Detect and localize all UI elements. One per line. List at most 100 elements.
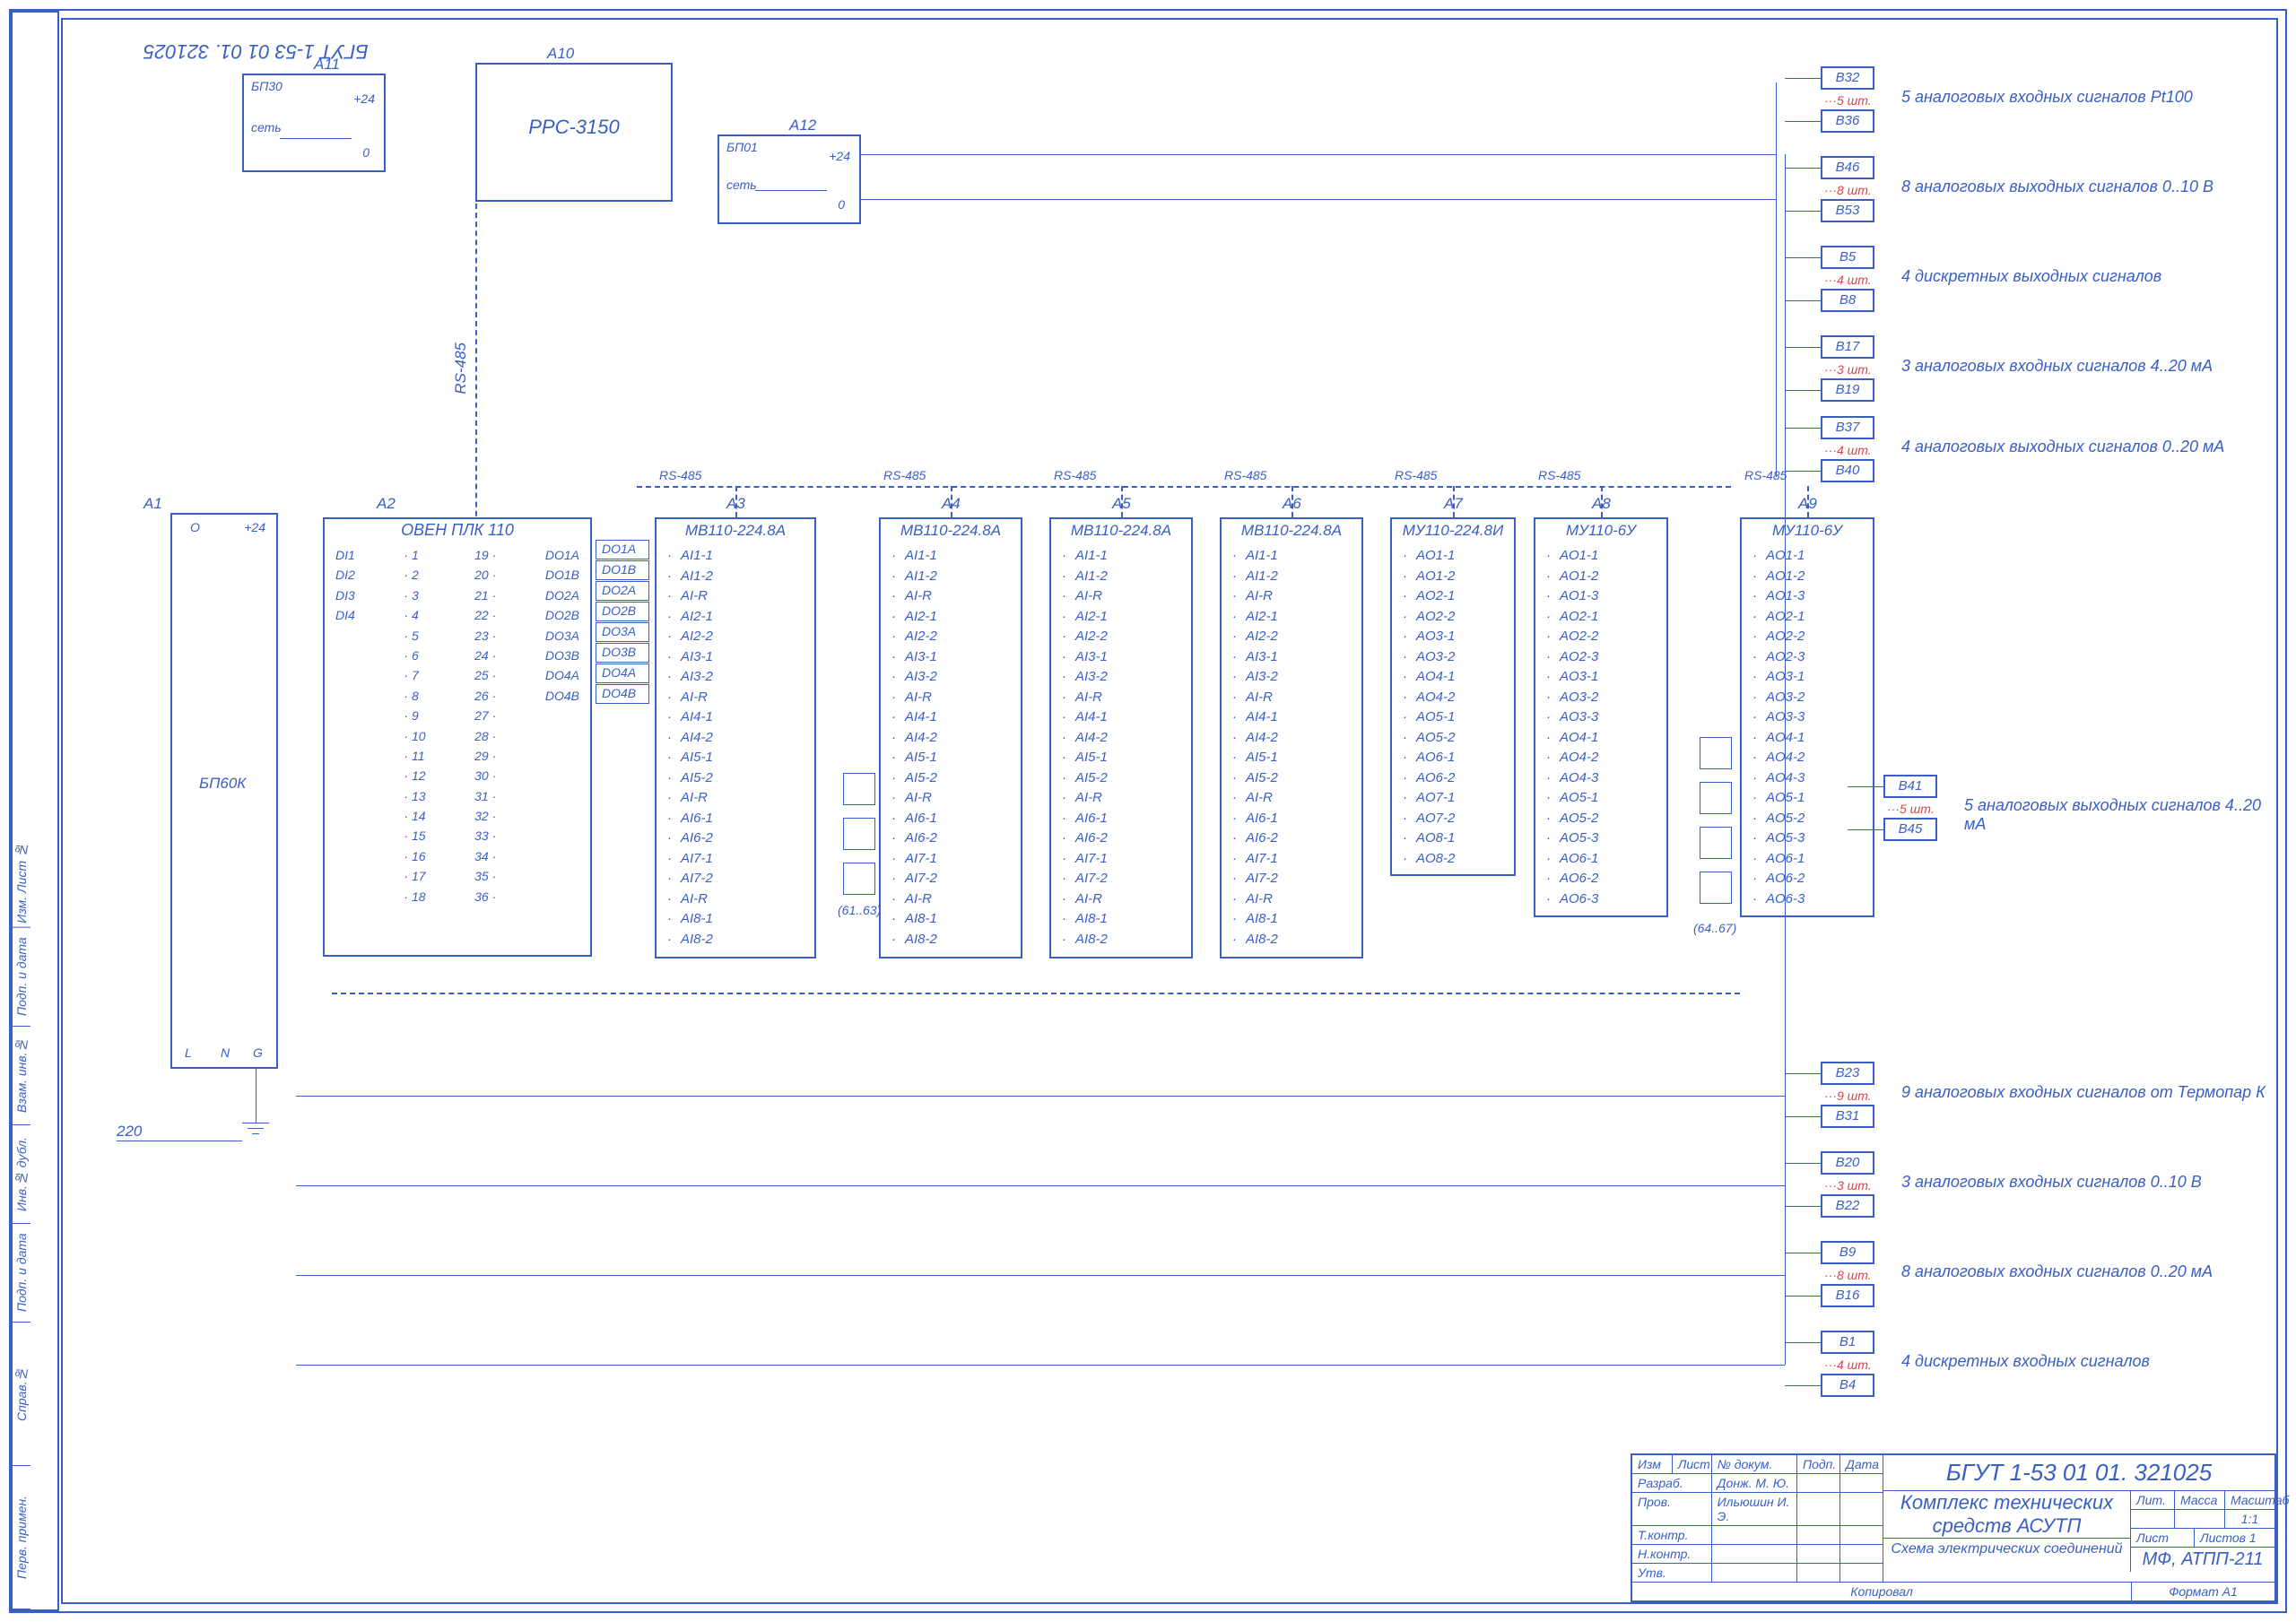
mod-pin: AI2-1: [884, 607, 1017, 628]
rs485-vert: RS-485: [452, 343, 470, 395]
mod-pin: AI6-1: [884, 809, 1017, 829]
mod-pin: AO5-2: [1745, 809, 1869, 829]
plc-pin: · 10: [404, 726, 425, 746]
tb-title1: Комплекс технических: [1883, 1491, 2130, 1514]
mod-pin: AI2-2: [1225, 627, 1358, 647]
connector-icon: [843, 818, 875, 850]
mod-title: МВ110-224.8А: [881, 519, 1021, 542]
plc-pin: 19 ·: [474, 545, 496, 565]
mod-pin: AI3-1: [660, 647, 811, 668]
a1-l: L: [185, 1045, 192, 1060]
plc-pin: 33 ·: [474, 826, 496, 846]
plc-di: DI3: [335, 585, 355, 605]
strip-cell: Изм. Лист №: [13, 839, 30, 928]
mod-pin: AI3-1: [884, 647, 1017, 668]
plc-pin: 25 ·: [474, 665, 496, 685]
plc-pin: 23 ·: [474, 626, 496, 646]
mod-pin: AO2-1: [1745, 607, 1869, 628]
plc-pin: 29 ·: [474, 746, 496, 766]
signal-tag: B23: [1821, 1062, 1874, 1085]
rs485-label: RS-485: [883, 468, 926, 482]
a10-name: PPC-3150: [477, 114, 671, 141]
signal-tag: B46: [1821, 156, 1874, 179]
mod-pin: AI5-1: [1225, 748, 1358, 768]
mod-pin: AI2-2: [884, 627, 1017, 647]
signal-tag: B19: [1821, 378, 1874, 402]
plc-pin: · 16: [404, 846, 425, 866]
signal-count: ···5 шт.: [1824, 93, 1872, 108]
mod-pin: AO7-2: [1396, 809, 1510, 829]
mod-pin: AI2-2: [1055, 627, 1187, 647]
mod-pin: AI3-1: [1225, 647, 1358, 668]
mod-pin: AO5-3: [1539, 828, 1663, 849]
plc-pin: · 15: [404, 826, 425, 846]
a11-o: 0: [362, 145, 370, 160]
rs485-label: RS-485: [1224, 468, 1266, 482]
mod-pin: AI7-1: [1225, 849, 1358, 870]
mod-pin: AO6-3: [1745, 889, 1869, 910]
plc-pin: 28 ·: [474, 726, 496, 746]
module-block: МВ110-224.8АAI1-1AI1-2AI-RAI2-1AI2-2AI3-…: [1049, 517, 1193, 958]
tb-head: Масштаб: [2224, 1491, 2274, 1509]
mod-pin: AO2-3: [1539, 647, 1663, 668]
mod-pin: AO5-2: [1539, 809, 1663, 829]
a1-n: N: [221, 1045, 230, 1060]
rs485-label: RS-485: [1744, 468, 1787, 482]
plc-do: DO3B: [545, 646, 579, 665]
mod-pin: AO1-2: [1396, 567, 1510, 587]
mod-title: МУ110-6У: [1742, 519, 1873, 542]
module-block: МВ110-224.8АAI1-1AI1-2AI-RAI2-1AI2-2AI3-…: [655, 517, 816, 958]
plc-pin: 21 ·: [474, 585, 496, 605]
mod-pin: AO6-2: [1745, 869, 1869, 889]
mod-pin: AI-R: [1055, 688, 1187, 708]
mod-pin: AO1-1: [1396, 546, 1510, 567]
signal-count: ···9 шт.: [1824, 1089, 1872, 1103]
mod-pin: AI1-2: [660, 567, 811, 587]
mod-pin: AI2-1: [1055, 607, 1187, 628]
ref-a10: A10: [547, 45, 574, 63]
ref-a11: A11: [314, 56, 340, 74]
mod-pin: AI-R: [1225, 889, 1358, 910]
mod-title: МУ110-224.8И: [1392, 519, 1514, 542]
plc-pin: · 11: [404, 746, 425, 766]
mod-pin: AO6-2: [1396, 768, 1510, 789]
mod-pin: AI1-2: [884, 567, 1017, 587]
mod-pin: AI-R: [660, 788, 811, 809]
mod-pin: AI5-1: [660, 748, 811, 768]
do-port-box: DO3A: [596, 622, 649, 642]
mod-pin: AI-R: [884, 688, 1017, 708]
signal-count: ···5 шт.: [1887, 802, 1935, 816]
rs485-label: RS-485: [1538, 468, 1580, 482]
signal-desc: 4 аналоговых выходных сигналов 0..20 мА: [1901, 438, 2224, 456]
plc-pin: 32 ·: [474, 806, 496, 826]
tb-scale: 1:1: [2224, 1510, 2274, 1528]
plc-do: DO1B: [545, 565, 579, 585]
plc-pin: 22 ·: [474, 605, 496, 625]
mod-pin: AO6-3: [1539, 889, 1663, 910]
plc-pin: 26 ·: [474, 686, 496, 706]
connector-icon: [843, 773, 875, 805]
signal-tag: B8: [1821, 289, 1874, 312]
mod-pin: AI8-2: [884, 930, 1017, 950]
plc-pin: 24 ·: [474, 646, 496, 665]
plc-pin: 35 ·: [474, 866, 496, 886]
mod-pin: AI8-1: [660, 909, 811, 930]
tb-head: Лит.: [2131, 1491, 2174, 1509]
mod-pin: AO4-1: [1745, 728, 1869, 749]
mod-pin: AI8-2: [1225, 930, 1358, 950]
tb-cop: Копировал: [1632, 1583, 2131, 1600]
plc-do: DO2A: [545, 585, 579, 605]
signal-count: ···3 шт.: [1824, 1178, 1872, 1193]
mod-pin: AI7-2: [1055, 869, 1187, 889]
mod-pin: AI-R: [1055, 788, 1187, 809]
ref-a1: A1: [144, 495, 162, 513]
signal-desc: 4 дискретных выходных сигналов: [1901, 267, 2161, 286]
tb-person: Ильюшин И. Э.: [1711, 1493, 1797, 1525]
tb-h: Лист: [1672, 1455, 1711, 1473]
a12-p24: +24: [829, 149, 850, 163]
module-block: МВ110-224.8АAI1-1AI1-2AI-RAI2-1AI2-2AI3-…: [879, 517, 1022, 958]
mod-pin: AI5-1: [884, 748, 1017, 768]
tb-h: № докум.: [1711, 1455, 1796, 1473]
plc-pin: · 8: [404, 686, 425, 706]
mod-pin: AI4-1: [1225, 707, 1358, 728]
